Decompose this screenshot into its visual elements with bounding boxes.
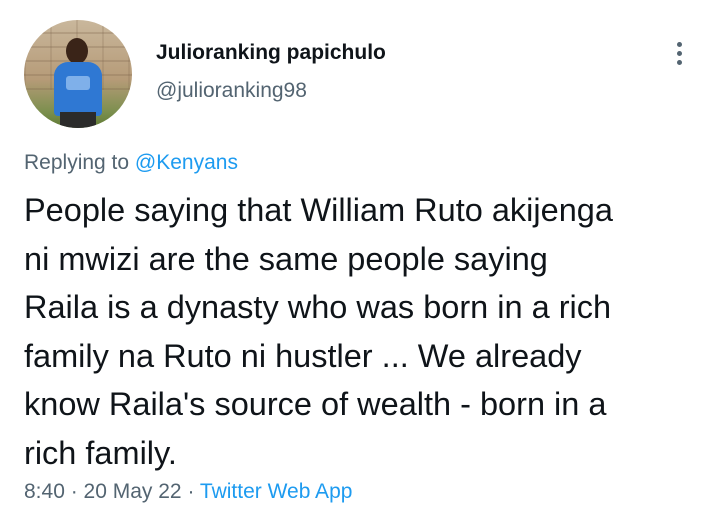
tweet-line: ni mwizi are the same people saying xyxy=(24,240,548,277)
avatar[interactable] xyxy=(24,20,132,128)
tweet-line: know Raila's source of wealth - born in … xyxy=(24,386,607,422)
meta-separator: · xyxy=(181,480,200,503)
tweet-line: family na Ruto ni hustler ... We already xyxy=(24,337,582,374)
tweet-line: rich family. xyxy=(24,434,177,471)
more-dot xyxy=(676,50,682,56)
replying-prefix: Replying to xyxy=(24,151,135,174)
reply-mention-link[interactable]: @Kenyans xyxy=(135,151,238,174)
more-vertical-icon[interactable] xyxy=(664,36,694,70)
tweet-line: Raila is a dynasty who was born in a ric… xyxy=(24,289,612,325)
avatar-pants xyxy=(60,112,96,128)
author-display-name[interactable]: Julioranking papichulo xyxy=(156,41,386,65)
replying-to: Replying to @Kenyans xyxy=(24,151,238,175)
more-dot xyxy=(676,59,682,65)
tweet-source-link[interactable]: Twitter Web App xyxy=(200,480,353,503)
avatar-head xyxy=(66,38,88,64)
avatar-shirt-print xyxy=(66,76,90,90)
tweet-card: Julioranking papichulo @julioranking98 R… xyxy=(0,0,720,523)
tweet-text: People saying that William Ruto akijenga… xyxy=(24,186,714,477)
author-handle[interactable]: @julioranking98 xyxy=(156,79,307,103)
more-dot xyxy=(676,41,682,47)
meta-separator: · xyxy=(64,480,84,503)
tweet-meta: 8:40 · 20 May 22 · Twitter Web App xyxy=(24,480,352,504)
tweet-line: People saying that William Ruto akijenga xyxy=(24,192,613,228)
tweet-time[interactable]: 8:40 xyxy=(24,480,65,503)
tweet-date[interactable]: 20 May 22 xyxy=(84,480,182,503)
